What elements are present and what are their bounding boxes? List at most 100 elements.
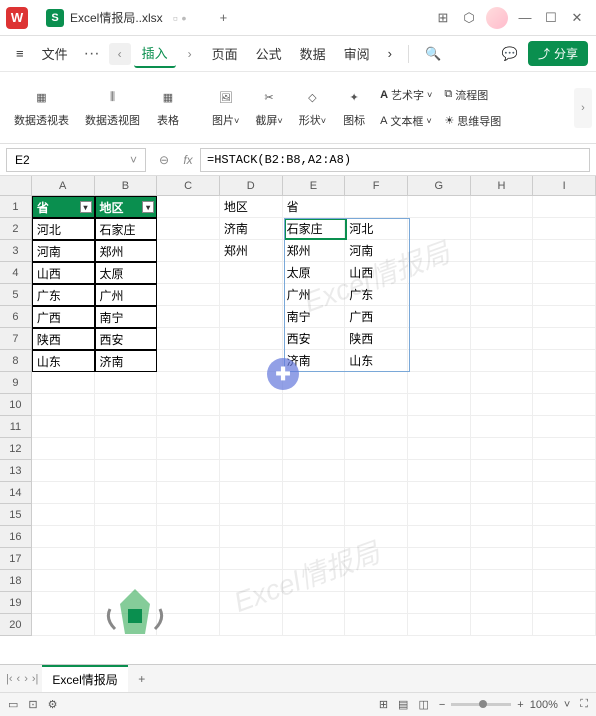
cell[interactable] (471, 284, 534, 306)
cell[interactable] (32, 548, 95, 570)
cell[interactable] (220, 416, 283, 438)
layout-icon[interactable]: ⊞ (430, 5, 456, 31)
tab-page[interactable]: 页面 (204, 40, 246, 67)
cell[interactable]: 省 (283, 196, 346, 218)
cell[interactable] (471, 416, 534, 438)
cell[interactable] (283, 592, 346, 614)
cell[interactable] (533, 262, 596, 284)
cell[interactable] (95, 504, 158, 526)
cell[interactable] (408, 218, 471, 240)
tab-formula[interactable]: 公式 (248, 40, 290, 67)
sheet-next[interactable]: › (24, 673, 28, 685)
cell[interactable]: 山西 (345, 262, 408, 284)
row-header[interactable]: 5 (0, 284, 32, 306)
cell[interactable]: 太原 (95, 262, 158, 284)
cell[interactable]: 广州 (95, 284, 158, 306)
cell[interactable] (471, 482, 534, 504)
cell[interactable] (345, 372, 408, 394)
cell[interactable] (471, 394, 534, 416)
col-header[interactable]: B (95, 176, 158, 195)
cell[interactable] (283, 548, 346, 570)
cell[interactable]: 济南 (283, 350, 346, 372)
cell[interactable] (32, 526, 95, 548)
cell[interactable] (533, 328, 596, 350)
cell[interactable] (408, 482, 471, 504)
new-tab-button[interactable]: + (210, 5, 236, 31)
cell[interactable] (533, 394, 596, 416)
cell[interactable] (157, 306, 220, 328)
cell[interactable] (471, 570, 534, 592)
cell[interactable] (345, 548, 408, 570)
cell[interactable]: 地区 (220, 196, 283, 218)
cell[interactable] (345, 570, 408, 592)
table-button[interactable]: ▦表格 (148, 88, 188, 128)
row-header[interactable]: 12 (0, 438, 32, 460)
cell[interactable] (32, 416, 95, 438)
view-reading-icon[interactable]: ⊡ (28, 698, 37, 711)
chat-icon[interactable]: 💬 (494, 42, 526, 66)
cell[interactable] (471, 240, 534, 262)
col-header[interactable]: I (533, 176, 596, 195)
cell[interactable] (220, 526, 283, 548)
cell[interactable] (471, 262, 534, 284)
cell[interactable] (533, 592, 596, 614)
cell[interactable]: 广西 (32, 306, 95, 328)
col-header[interactable]: C (157, 176, 220, 195)
picture-button[interactable]: 🖼图片˅ (204, 88, 247, 128)
cell[interactable] (220, 438, 283, 460)
cell[interactable] (32, 592, 95, 614)
add-sheet-button[interactable]: + (132, 669, 152, 689)
screenshot-button[interactable]: ✂截屏˅ (247, 88, 290, 128)
cell[interactable] (283, 570, 346, 592)
cell[interactable] (220, 262, 283, 284)
row-header[interactable]: 6 (0, 306, 32, 328)
cell[interactable] (408, 196, 471, 218)
cell[interactable] (345, 394, 408, 416)
cell[interactable]: 河南 (32, 240, 95, 262)
cell[interactable] (32, 460, 95, 482)
row-header[interactable]: 2 (0, 218, 32, 240)
cell[interactable] (32, 614, 95, 636)
cell[interactable] (157, 372, 220, 394)
cell[interactable] (95, 548, 158, 570)
cell[interactable]: 陕西 (345, 328, 408, 350)
cell[interactable] (95, 460, 158, 482)
row-header[interactable]: 1 (0, 196, 32, 218)
cell[interactable] (408, 438, 471, 460)
cell[interactable]: 河北 (345, 218, 408, 240)
cell[interactable] (157, 482, 220, 504)
cube-icon[interactable]: ⬡ (456, 5, 482, 31)
cell[interactable]: 陕西 (32, 328, 95, 350)
name-box[interactable]: E2˅ (6, 148, 146, 172)
cell[interactable]: 济南 (95, 350, 158, 372)
row-header[interactable]: 19 (0, 592, 32, 614)
cell[interactable] (345, 460, 408, 482)
cell[interactable] (283, 372, 346, 394)
col-header[interactable]: F (345, 176, 408, 195)
row-header[interactable]: 16 (0, 526, 32, 548)
cell[interactable] (471, 372, 534, 394)
sheet-first[interactable]: |‹ (6, 673, 13, 685)
cell[interactable] (345, 504, 408, 526)
cell[interactable] (220, 460, 283, 482)
cell[interactable] (157, 284, 220, 306)
wordart-button[interactable]: A艺术字˅ (380, 84, 432, 106)
cell[interactable] (157, 504, 220, 526)
cell[interactable] (157, 460, 220, 482)
cell[interactable]: 南宁 (95, 306, 158, 328)
row-header[interactable]: 20 (0, 614, 32, 636)
cell[interactable] (533, 196, 596, 218)
sheet-prev[interactable]: ‹ (17, 673, 21, 685)
shapes-button[interactable]: ◇形状˅ (291, 88, 334, 128)
close-button[interactable]: ✕ (564, 5, 590, 31)
cell[interactable] (533, 460, 596, 482)
row-header[interactable]: 17 (0, 548, 32, 570)
filter-dropdown[interactable]: ▾ (142, 201, 154, 213)
cell[interactable] (157, 416, 220, 438)
cell[interactable] (32, 570, 95, 592)
cell[interactable]: 济南 (220, 218, 283, 240)
cell[interactable]: 太原 (283, 262, 346, 284)
user-avatar[interactable] (486, 7, 508, 29)
cell[interactable] (220, 328, 283, 350)
cell[interactable] (471, 614, 534, 636)
